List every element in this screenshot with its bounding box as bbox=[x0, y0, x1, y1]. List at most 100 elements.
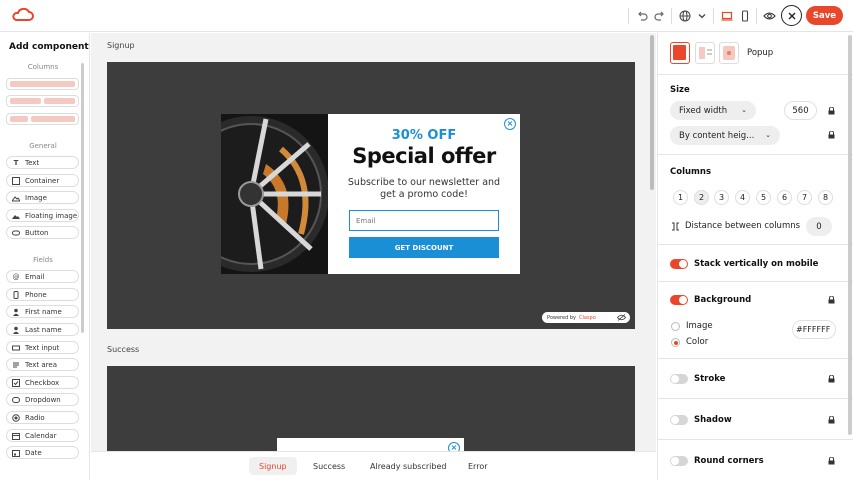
field-text-input[interactable]: Text input bbox=[6, 341, 79, 354]
popup-discount-text[interactable]: 30% OFF bbox=[328, 128, 520, 143]
height-mode-select[interactable]: By content heig... ⌄ bbox=[670, 126, 780, 145]
bg-color-radio[interactable] bbox=[671, 338, 680, 347]
calendar-icon bbox=[12, 432, 20, 440]
field-radio[interactable]: Radio bbox=[6, 411, 79, 424]
lock-icon[interactable] bbox=[828, 107, 835, 115]
popup-heading[interactable]: Special offer bbox=[328, 144, 520, 168]
field-calendar[interactable]: Calendar bbox=[6, 429, 79, 442]
field-date[interactable]: Date bbox=[6, 446, 79, 459]
column-option-1[interactable]: 1 bbox=[673, 190, 688, 205]
field-dropdown[interactable]: Dropdown bbox=[6, 393, 79, 406]
lock-icon[interactable] bbox=[828, 296, 835, 304]
chevron-down-icon: ⌄ bbox=[741, 106, 747, 114]
component-label: Text bbox=[25, 158, 40, 167]
powered-by-text: Powered by bbox=[547, 314, 576, 321]
divider bbox=[658, 358, 853, 359]
column-gap-icon bbox=[672, 222, 679, 231]
component-image[interactable]: Image bbox=[6, 191, 79, 204]
logo-icon[interactable] bbox=[12, 8, 34, 22]
column-option-6[interactable]: 6 bbox=[777, 190, 792, 205]
component-panel: Add component Columns General T Text Cont… bbox=[0, 33, 90, 480]
toolbar-separator bbox=[756, 8, 757, 24]
tab-already-subscribed[interactable]: Already subscribed bbox=[360, 457, 456, 475]
canvas-scrollbar[interactable] bbox=[650, 35, 654, 190]
close-icon[interactable] bbox=[781, 5, 802, 26]
two-column-wide-layout[interactable] bbox=[6, 113, 79, 125]
component-label: Last name bbox=[25, 325, 62, 334]
bg-image-radio[interactable] bbox=[671, 322, 680, 331]
field-email[interactable]: @ Email bbox=[6, 270, 79, 283]
column-option-7[interactable]: 7 bbox=[797, 190, 812, 205]
component-button[interactable]: Button bbox=[6, 226, 79, 239]
component-container[interactable]: Container bbox=[6, 174, 79, 187]
component-text[interactable]: T Text bbox=[6, 156, 79, 169]
bg-color-input[interactable]: #FFFFFF bbox=[792, 320, 836, 339]
popup-discount-button[interactable]: GET DISCOUNT bbox=[349, 237, 499, 258]
size-heading: Size bbox=[670, 85, 690, 95]
field-first-name[interactable]: First name bbox=[6, 305, 79, 318]
round-corners-label: Round corners bbox=[694, 456, 764, 466]
save-button[interactable]: Save bbox=[806, 6, 843, 25]
column-option-5[interactable]: 5 bbox=[756, 190, 771, 205]
width-value-input[interactable]: 560 bbox=[784, 101, 817, 120]
tab-success[interactable]: Success bbox=[303, 457, 355, 475]
divider bbox=[658, 154, 853, 155]
column-option-8[interactable]: 8 bbox=[818, 190, 833, 205]
desktop-icon[interactable] bbox=[719, 8, 735, 24]
columns-heading: Columns bbox=[670, 167, 712, 177]
powered-by-badge[interactable]: Powered by Claspo bbox=[542, 312, 630, 323]
stack-mobile-toggle[interactable] bbox=[670, 259, 688, 269]
lock-icon[interactable] bbox=[828, 375, 835, 383]
date-icon bbox=[12, 449, 20, 457]
two-column-layout[interactable] bbox=[6, 95, 79, 107]
lock-icon[interactable] bbox=[828, 457, 835, 465]
field-checkbox[interactable]: Checkbox bbox=[6, 376, 79, 389]
layout-popup-thumb[interactable] bbox=[670, 42, 690, 64]
height-mode-value: By content heig... bbox=[679, 130, 755, 141]
lock-icon[interactable] bbox=[828, 416, 835, 424]
redo-icon[interactable] bbox=[652, 8, 668, 24]
bg-image-label: Image bbox=[686, 321, 713, 331]
mobile-icon[interactable] bbox=[737, 8, 753, 24]
stroke-toggle[interactable] bbox=[670, 374, 688, 384]
component-label: Floating image bbox=[25, 211, 78, 220]
popup-email-field[interactable]: Email bbox=[349, 210, 499, 231]
layout-centered-thumb[interactable] bbox=[719, 42, 739, 64]
layout-split-thumb[interactable] bbox=[695, 42, 715, 64]
column-option-4[interactable]: 4 bbox=[735, 190, 750, 205]
undo-icon[interactable] bbox=[634, 8, 650, 24]
signup-preview-area[interactable]: × 30% OFF Special offer Subscribe to our… bbox=[107, 62, 635, 329]
panel-scrollbar[interactable] bbox=[848, 35, 852, 435]
width-mode-select[interactable]: Fixed width ⌄ bbox=[670, 101, 756, 120]
field-phone[interactable]: Phone bbox=[6, 288, 79, 301]
component-label: Container bbox=[25, 176, 60, 185]
tab-signup[interactable]: Signup bbox=[249, 457, 297, 475]
shadow-toggle[interactable] bbox=[670, 415, 688, 425]
component-label: Radio bbox=[25, 413, 45, 422]
shadow-label: Shadow bbox=[694, 415, 732, 425]
field-text-area[interactable]: Text area bbox=[6, 358, 79, 371]
component-label: Calendar bbox=[25, 431, 57, 440]
button-icon bbox=[12, 229, 20, 237]
tab-error[interactable]: Error bbox=[458, 457, 498, 475]
panel-scrollbar[interactable] bbox=[81, 63, 84, 333]
toolbar-separator bbox=[628, 8, 629, 24]
column-option-2[interactable]: 2 bbox=[694, 190, 709, 205]
globe-icon[interactable] bbox=[677, 8, 693, 24]
chevron-down-icon[interactable] bbox=[694, 8, 710, 24]
one-column-layout[interactable] bbox=[6, 78, 79, 90]
distance-input[interactable]: 0 bbox=[806, 217, 832, 236]
image-icon bbox=[12, 194, 20, 202]
component-floating-image[interactable]: Floating image bbox=[6, 209, 79, 222]
lock-icon[interactable] bbox=[828, 131, 835, 139]
popup-subtitle[interactable]: Subscribe to our newsletter and get a pr… bbox=[343, 177, 505, 201]
eye-icon[interactable] bbox=[761, 8, 777, 24]
column-option-3[interactable]: 3 bbox=[714, 190, 729, 205]
properties-panel: Popup Size Fixed width ⌄ 560 By content h… bbox=[657, 33, 853, 480]
field-last-name[interactable]: Last name bbox=[6, 323, 79, 336]
popup-image[interactable] bbox=[221, 114, 328, 274]
round-corners-toggle[interactable] bbox=[670, 456, 688, 466]
eye-off-icon[interactable] bbox=[616, 314, 626, 321]
signup-popup[interactable]: × 30% OFF Special offer Subscribe to our… bbox=[221, 114, 520, 274]
background-toggle[interactable] bbox=[670, 295, 688, 305]
